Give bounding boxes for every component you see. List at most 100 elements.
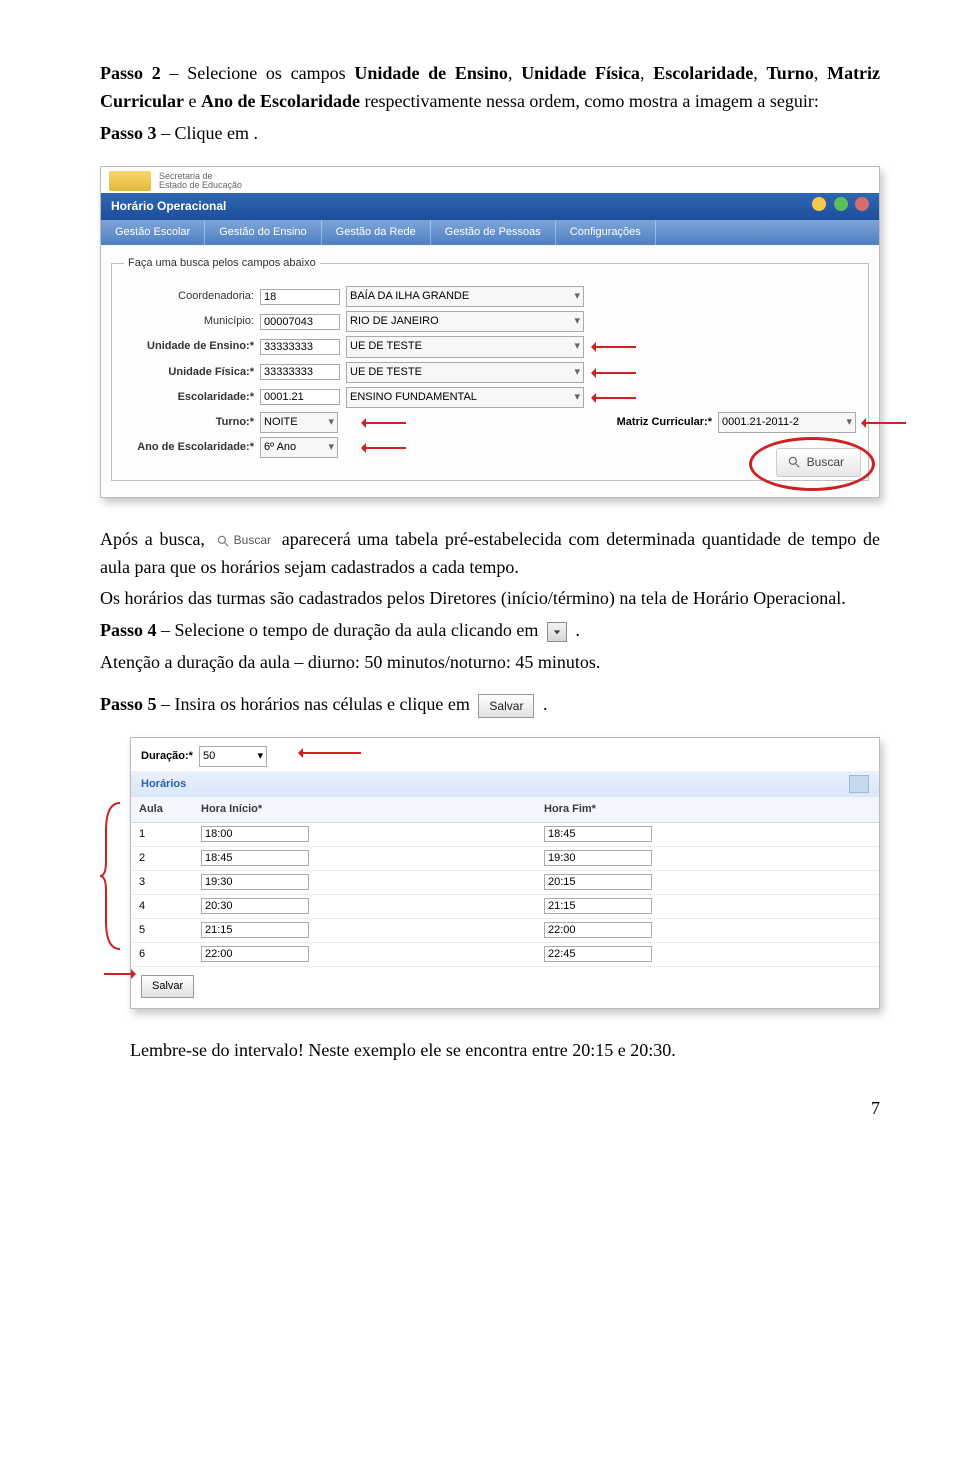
input-esc-code[interactable] <box>260 389 340 405</box>
step5-label: Passo 5 <box>100 694 157 714</box>
chevron-down-icon: ▾ <box>328 414 334 431</box>
label-unidade-fisica: Unidade Física:* <box>124 364 254 381</box>
annotation-arrow <box>594 346 636 348</box>
input-coordenadoria-code[interactable] <box>260 289 340 305</box>
annotation-arrow <box>364 422 406 424</box>
table-row: 3 <box>131 871 879 895</box>
chevron-down-icon: ▾ <box>846 414 852 431</box>
app-logo <box>109 171 151 191</box>
label-turno: Turno:* <box>124 414 254 431</box>
label-municipio: Município: <box>124 313 254 330</box>
select-coordenadoria[interactable]: BAÍA DA ILHA GRANDE▾ <box>346 286 584 307</box>
window-title: Horário Operacional <box>111 197 226 216</box>
home-icon[interactable] <box>812 197 826 211</box>
page-number: 7 <box>100 1095 880 1123</box>
main-menu: Gestão Escolar Gestão do Ensino Gestão d… <box>101 220 879 245</box>
annotation-arrow <box>104 973 134 975</box>
salvar-button[interactable]: Salvar <box>141 975 194 998</box>
step5-paragraph: Passo 5 – Insira os horários nas células… <box>100 691 880 719</box>
input-hora-fim[interactable] <box>544 898 652 914</box>
input-hora-inicio[interactable] <box>201 850 309 866</box>
label-matriz: Matriz Curricular:* <box>617 414 712 431</box>
cell-aula: 1 <box>131 823 193 847</box>
label-unidade-ensino: Unidade de Ensino:* <box>124 338 254 355</box>
th-aula: Aula <box>131 797 193 823</box>
menu-gestao-pessoas[interactable]: Gestão de Pessoas <box>431 220 556 245</box>
input-hora-inicio[interactable] <box>201 922 309 938</box>
th-hora-inicio: Hora Início* <box>193 797 536 823</box>
annotation-arrow <box>864 422 906 424</box>
input-hora-inicio[interactable] <box>201 898 309 914</box>
inline-salvar-button: Salvar <box>478 694 534 719</box>
select-unidade-fisica[interactable]: UE DE TESTE▾ <box>346 362 584 383</box>
step2-label: Passo 2 <box>100 63 161 83</box>
chevron-down-icon: ▾ <box>574 338 580 355</box>
horarios-table: Aula Hora Início* Hora Fim* 123456 <box>131 797 879 967</box>
brand-line2: Estado de Educação <box>159 181 242 190</box>
input-uf-code[interactable] <box>260 364 340 380</box>
table-row: 1 <box>131 823 879 847</box>
chevron-down-icon: ▾ <box>574 313 580 330</box>
input-ue-code[interactable] <box>260 339 340 355</box>
annotation-arrow <box>594 372 636 374</box>
search-fieldset: Faça uma busca pelos campos abaixo Coord… <box>111 255 869 480</box>
annotation-arrow <box>301 752 361 754</box>
exit-icon[interactable] <box>855 197 869 211</box>
input-hora-fim[interactable] <box>544 946 652 962</box>
cell-aula: 2 <box>131 847 193 871</box>
label-coordenadoria: Coordenadoria: <box>124 288 254 305</box>
cell-aula: 5 <box>131 919 193 943</box>
cell-aula: 6 <box>131 943 193 967</box>
annotation-brace <box>100 801 124 951</box>
step3-paragraph: Passo 3 – Clique em . <box>100 120 880 148</box>
table-row: 6 <box>131 943 879 967</box>
menu-gestao-ensino[interactable]: Gestão do Ensino <box>205 220 321 245</box>
input-hora-inicio[interactable] <box>201 946 309 962</box>
select-escolaridade[interactable]: ENSINO FUNDAMENTAL▾ <box>346 387 584 408</box>
menu-gestao-escolar[interactable]: Gestão Escolar <box>101 220 205 245</box>
input-hora-fim[interactable] <box>544 850 652 866</box>
select-ano-escolaridade[interactable]: 6º Ano▾ <box>260 437 338 458</box>
select-unidade-ensino[interactable]: UE DE TESTE▾ <box>346 336 584 357</box>
inline-dropdown-icon <box>547 622 567 642</box>
table-row: 4 <box>131 895 879 919</box>
chevron-down-icon: ▾ <box>574 389 580 406</box>
select-duracao[interactable]: 50▾ <box>199 746 267 767</box>
chevron-down-icon: ▾ <box>574 364 580 381</box>
step4-attention: Atenção a duração da aula – diurno: 50 m… <box>100 649 880 677</box>
title-icons <box>808 197 869 217</box>
chevron-down-icon: ▾ <box>257 748 263 765</box>
after-busca-para2: Os horários das turmas são cadastrados p… <box>100 585 880 613</box>
input-hora-fim[interactable] <box>544 922 652 938</box>
input-hora-fim[interactable] <box>544 826 652 842</box>
help-icon[interactable] <box>834 197 848 211</box>
section-header-horarios: Horários <box>131 771 879 797</box>
select-matriz[interactable]: 0001.21-2011-2▾ <box>718 412 856 433</box>
menu-gestao-rede[interactable]: Gestão da Rede <box>322 220 431 245</box>
select-municipio[interactable]: RIO DE JANEIRO▾ <box>346 311 584 332</box>
calendar-icon[interactable] <box>849 775 869 793</box>
input-hora-inicio[interactable] <box>201 874 309 890</box>
table-row: 2 <box>131 847 879 871</box>
input-municipio-code[interactable] <box>260 314 340 330</box>
input-hora-fim[interactable] <box>544 874 652 890</box>
annotation-arrow <box>594 397 636 399</box>
chevron-down-icon <box>553 628 561 636</box>
table-row: 5 <box>131 919 879 943</box>
label-ano-escolaridade: Ano de Escolaridade:* <box>124 439 254 456</box>
input-hora-inicio[interactable] <box>201 826 309 842</box>
app-brand-bar: Secretaria de Estado de Educação <box>101 167 879 193</box>
annotation-arrow <box>364 447 406 449</box>
step4-label: Passo 4 <box>100 620 157 640</box>
cell-aula: 3 <box>131 871 193 895</box>
screenshot-search-form: Secretaria de Estado de Educação Horário… <box>100 166 880 498</box>
step2-paragraph: Passo 2 – Selecione os campos Unidade de… <box>100 60 880 116</box>
search-icon <box>216 534 230 548</box>
chevron-down-icon: ▾ <box>574 288 580 305</box>
inline-buscar-icon: Buscar <box>216 531 271 550</box>
fieldset-legend: Faça uma busca pelos campos abaixo <box>124 255 320 272</box>
menu-configuracoes[interactable]: Configurações <box>556 220 656 245</box>
select-turno[interactable]: NOITE▾ <box>260 412 338 433</box>
step4-paragraph: Passo 4 – Selecione o tempo de duração d… <box>100 617 880 645</box>
chevron-down-icon: ▾ <box>328 439 334 456</box>
